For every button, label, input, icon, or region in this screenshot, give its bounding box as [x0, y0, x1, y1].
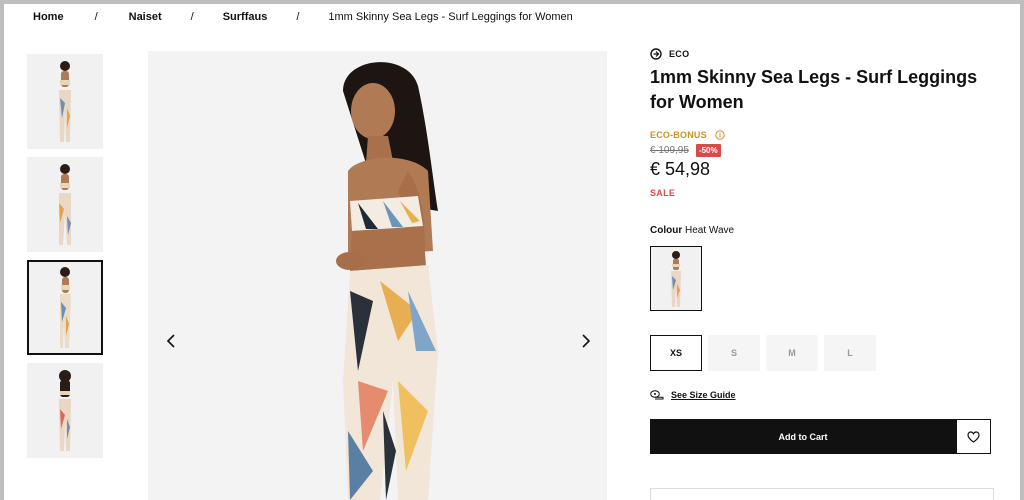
add-to-cart-button[interactable]: Add to Cart	[650, 419, 956, 454]
eco-badge: ECO	[650, 48, 995, 60]
size-l[interactable]: L	[824, 335, 876, 371]
thumbnail-list	[27, 54, 105, 466]
page-frame: Home / Naiset / Surffaus / 1mm Skinny Se…	[4, 4, 1020, 500]
breadcrumb-naiset[interactable]: Naiset	[129, 11, 162, 23]
size-m[interactable]: M	[766, 335, 818, 371]
discount-badge: -50%	[695, 144, 721, 157]
breadcrumb-current: 1mm Skinny Sea Legs - Surf Leggings for …	[328, 11, 573, 23]
model-front-icon	[59, 60, 71, 142]
size-guide-link[interactable]: See Size Guide	[650, 390, 995, 400]
info-icon[interactable]	[715, 130, 725, 140]
tape-measure-icon	[650, 390, 664, 400]
size-xs[interactable]: XS	[650, 335, 702, 371]
main-product-image	[148, 51, 607, 500]
wishlist-button[interactable]	[956, 419, 991, 454]
breadcrumb-separator: /	[94, 11, 98, 23]
chevron-left-icon	[166, 334, 175, 348]
colour-label: Colour	[650, 225, 683, 236]
eco-bonus: ECO-BONUS	[650, 130, 995, 140]
sale-label: SALE	[650, 188, 676, 198]
cart-row: Add to Cart	[650, 419, 995, 454]
next-image-button[interactable]	[576, 331, 596, 351]
model-side-icon	[60, 266, 71, 348]
heart-icon	[967, 430, 980, 443]
old-price-row: € 109,95 -50%	[650, 144, 995, 157]
breadcrumb-separator: /	[190, 11, 194, 23]
thumbnail-3[interactable]	[27, 260, 103, 355]
breadcrumb-home[interactable]: Home	[33, 11, 64, 23]
breadcrumb-separator: /	[296, 11, 300, 23]
thumbnail-4[interactable]	[27, 363, 103, 458]
size-s[interactable]: S	[708, 335, 760, 371]
breadcrumb: Home / Naiset / Surffaus / 1mm Skinny Se…	[33, 11, 573, 23]
current-price: € 54,98	[650, 159, 711, 179]
chevron-right-icon	[582, 334, 591, 348]
product-info: ECO 1mm Skinny Sea Legs - Surf Leggings …	[650, 48, 995, 454]
thumbnail-1[interactable]	[27, 54, 103, 149]
model-image	[336, 62, 438, 500]
colour-row: Colour Heat Wave	[650, 225, 995, 236]
next-section-box	[650, 488, 994, 500]
size-selector: XS S M L	[650, 335, 995, 371]
eco-bonus-label: ECO-BONUS	[650, 130, 707, 140]
model-back-icon	[59, 369, 71, 451]
colour-swatch[interactable]	[650, 246, 702, 311]
old-price: € 109,95	[650, 145, 689, 156]
colour-value: Heat Wave	[685, 225, 735, 236]
eco-label: ECO	[669, 49, 690, 59]
eco-leaf-icon	[650, 48, 662, 60]
swatch-model-icon	[671, 250, 681, 307]
breadcrumb-surffaus[interactable]: Surffaus	[223, 11, 268, 23]
prev-image-button[interactable]	[161, 331, 181, 351]
size-guide-label: See Size Guide	[671, 390, 736, 400]
product-title: 1mm Skinny Sea Legs - Surf Leggings for …	[650, 67, 978, 112]
thumbnail-2[interactable]	[27, 157, 103, 252]
model-front-alt-icon	[59, 163, 71, 245]
